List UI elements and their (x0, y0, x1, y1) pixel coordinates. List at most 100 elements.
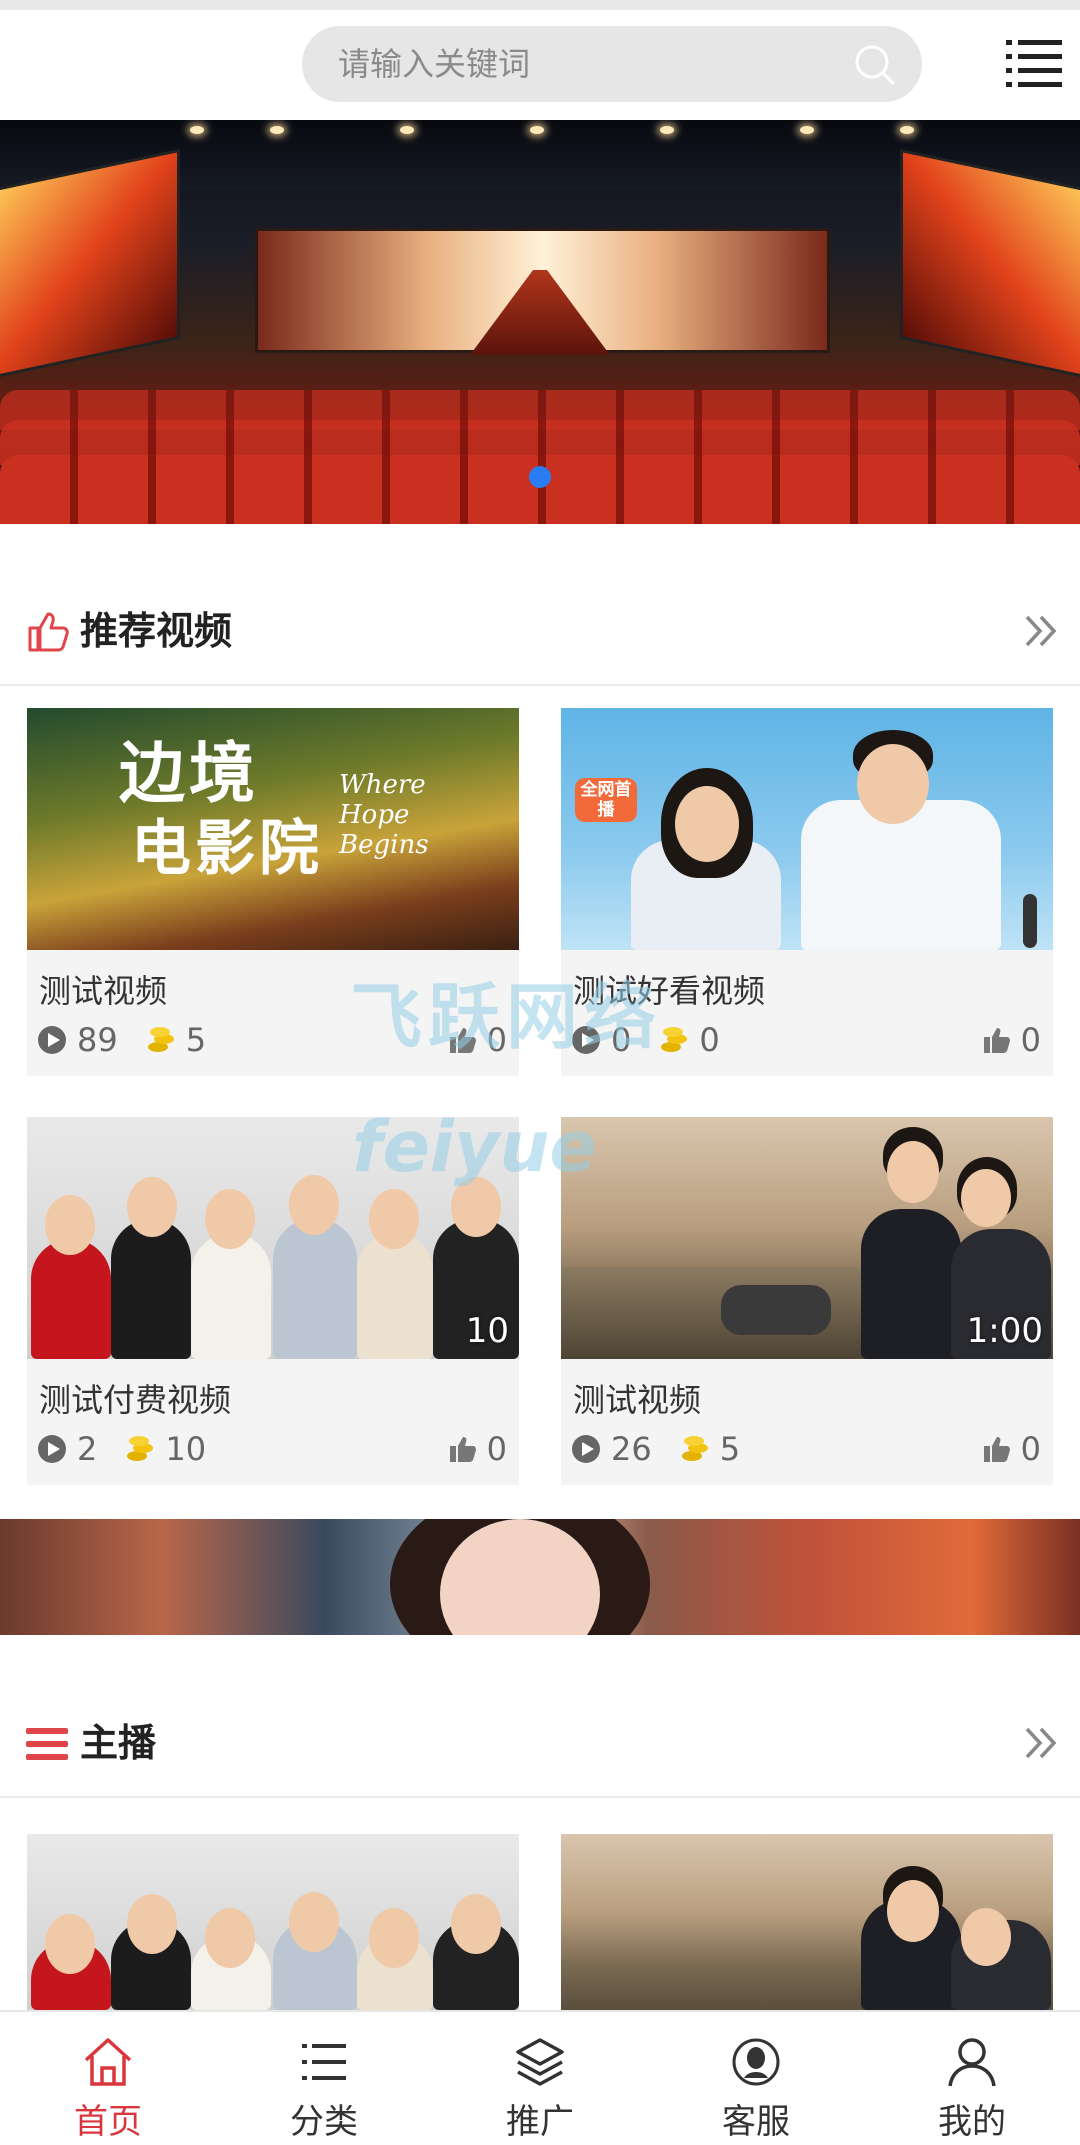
figure (127, 1177, 177, 1237)
promo-banner[interactable] (0, 1519, 1080, 1635)
coin-count: 5 (185, 1021, 207, 1059)
like-count: 0 (1020, 1021, 1041, 1059)
banner-screen-left (0, 148, 180, 382)
thumbnail-text: Where Hope Begins (339, 770, 429, 860)
tab-label: 分类 (290, 2102, 358, 2142)
tab-home[interactable]: 首页 (0, 2012, 216, 2145)
like-icon[interactable] (449, 1435, 477, 1463)
like-icon[interactable] (449, 1026, 477, 1054)
play-count-icon (572, 1435, 600, 1463)
figure (961, 1908, 1011, 1966)
figure (721, 1285, 831, 1335)
tab-label: 推广 (506, 2102, 574, 2142)
video-title: 测试好看视频 (573, 972, 766, 1010)
video-card[interactable]: 1:00 测试视频 26 5 0 (561, 1117, 1053, 1485)
video-duration: 10 (465, 1311, 509, 1351)
user-icon (948, 2038, 996, 2087)
like-count-group[interactable]: 0 (449, 1020, 507, 1060)
coin-icon (661, 1027, 688, 1052)
figure (111, 1219, 191, 1359)
menu-icon[interactable] (1006, 36, 1062, 88)
tab-label: 我的 (938, 2102, 1006, 2142)
figure (191, 1233, 271, 1359)
tab-category[interactable]: 分类 (216, 2012, 432, 2145)
tab-label: 客服 (722, 2102, 790, 2142)
play-count: 0 (611, 1021, 632, 1059)
tab-mine[interactable]: 我的 (864, 2012, 1080, 2145)
banner-light (400, 126, 414, 134)
banner-light (270, 126, 284, 134)
section-title: 推荐视频 (80, 609, 233, 653)
figure (205, 1908, 255, 1968)
play-count: 26 (611, 1430, 652, 1468)
video-meta: 26 5 (571, 1429, 740, 1469)
figure (127, 1894, 177, 1954)
video-card[interactable]: 全网首播 测试好看视频 0 0 0 (561, 708, 1053, 1076)
double-chevron-right-icon[interactable] (1024, 1726, 1060, 1760)
play-count-icon (38, 1026, 66, 1054)
search-icon[interactable] (852, 42, 896, 86)
banner-screen-right (900, 148, 1080, 382)
like-icon[interactable] (983, 1026, 1011, 1054)
video-thumbnail[interactable]: 1:00 (561, 1117, 1053, 1359)
play-count: 2 (77, 1430, 98, 1468)
anchor-thumbnail[interactable] (27, 1834, 519, 2010)
figure (31, 1239, 111, 1359)
figure (45, 1914, 95, 1974)
video-meta: 89 5 (37, 1020, 206, 1060)
like-count: 0 (486, 1430, 507, 1468)
home-icon (84, 2038, 132, 2086)
like-count-group[interactable]: 0 (983, 1020, 1041, 1060)
coin-count: 5 (719, 1430, 741, 1468)
banner-carousel[interactable] (0, 120, 1080, 524)
figure (289, 1175, 339, 1235)
figure (273, 1219, 357, 1359)
status-strip (0, 0, 1080, 10)
banner-light (530, 126, 544, 134)
section-header-anchors: 主播 (0, 1688, 1080, 1798)
anchor-card[interactable] (27, 1834, 519, 2010)
figure (205, 1189, 255, 1249)
scroll-handle (1023, 894, 1037, 948)
tab-support[interactable]: 客服 (648, 2012, 864, 2145)
coin-icon (681, 1436, 708, 1461)
figure (675, 786, 739, 862)
video-thumbnail[interactable]: 10 (27, 1117, 519, 1359)
carousel-indicator-dot[interactable] (529, 466, 551, 488)
thumbnail-text: 电影院 (131, 814, 323, 884)
section-title: 主播 (80, 1721, 157, 1765)
video-card[interactable]: 边境 电影院 Where Hope Begins 测试视频 89 5 0 (27, 708, 519, 1076)
like-icon[interactable] (983, 1435, 1011, 1463)
figure (451, 1177, 501, 1237)
anchor-card[interactable] (561, 1834, 1053, 2010)
list-icon (302, 2044, 346, 2080)
like-count-group[interactable]: 0 (449, 1429, 507, 1469)
like-count-group[interactable]: 0 (983, 1429, 1041, 1469)
figure (861, 1209, 961, 1359)
like-count: 0 (486, 1021, 507, 1059)
figure (451, 1894, 501, 1954)
play-count-icon (38, 1435, 66, 1463)
bottom-tab-bar: 首页 分类 推广 客服 我的 (0, 2010, 1080, 2145)
search-input[interactable]: 请输入关键词 (338, 26, 530, 102)
figure (289, 1892, 339, 1952)
tab-label: 首页 (74, 2102, 142, 2142)
figure (887, 1141, 939, 1203)
tab-promote[interactable]: 推广 (432, 2012, 648, 2145)
figure (45, 1195, 95, 1255)
figure (887, 1880, 939, 1942)
video-thumbnail[interactable]: 边境 电影院 Where Hope Begins (27, 708, 519, 950)
double-chevron-right-icon[interactable] (1024, 614, 1060, 648)
figure (369, 1908, 419, 1968)
video-card[interactable]: 10 测试付费视频 2 10 0 (27, 1117, 519, 1485)
banner-light (660, 126, 674, 134)
banner-light (800, 126, 814, 134)
anchor-thumbnail[interactable] (561, 1834, 1053, 2010)
coin-icon (147, 1027, 174, 1052)
figure (857, 744, 929, 824)
thumbs-up-icon (28, 612, 69, 652)
search-bar[interactable]: 请输入关键词 (302, 26, 922, 102)
video-thumbnail[interactable]: 全网首播 (561, 708, 1053, 950)
list-menu-icon (26, 1728, 68, 1760)
video-duration: 1:00 (966, 1311, 1043, 1351)
